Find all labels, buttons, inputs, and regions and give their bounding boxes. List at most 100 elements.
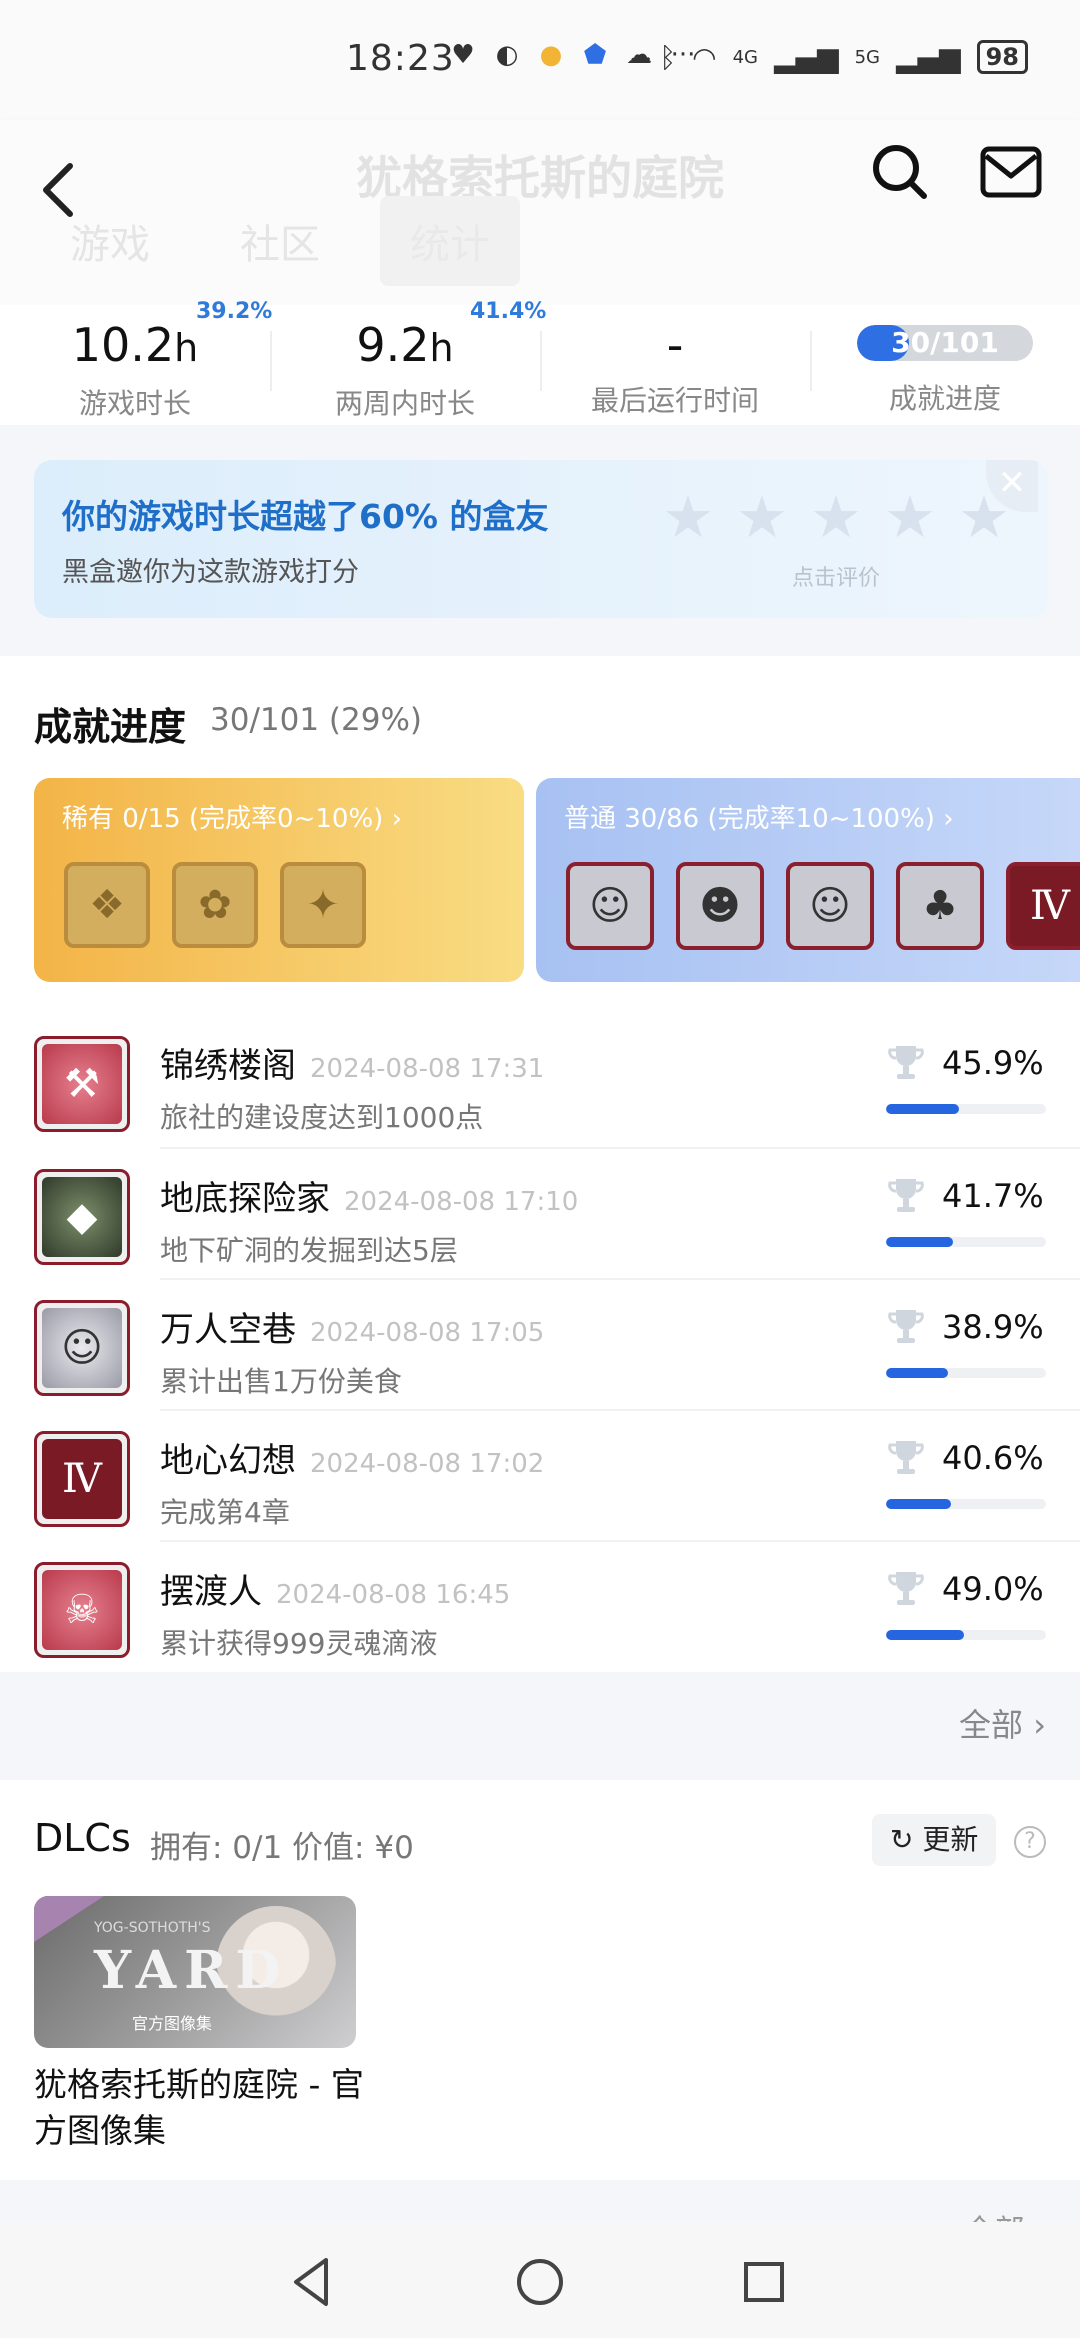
dlc-section: DLCs 拥有: 0/1 价值: ¥0 ↻ 更新 ? YOG-SOTHOTH'S… (0, 1780, 1080, 2180)
trophy-icon (888, 1310, 924, 1343)
stat-value: 10.2 (71, 318, 175, 372)
achievement-date: 2024-08-08 17:31 (310, 1054, 545, 1084)
achievement-badge: Ⅳ (34, 1431, 130, 1527)
rate-bar (886, 1630, 1046, 1640)
stat-value: - (666, 318, 684, 372)
tab-community[interactable]: 社区 (210, 196, 350, 286)
stat-value: 9.2 (356, 318, 430, 372)
list-item[interactable]: ◆ 地底探险家 2024-08-08 17:10 地下矿洞的发掘到达5层 41.7… (34, 1147, 1080, 1278)
achievement-date: 2024-08-08 16:45 (276, 1580, 511, 1610)
rate-fill (886, 1499, 951, 1509)
maid-icon: ☺ (42, 1308, 122, 1388)
stats-row: 10.2h 39.2% 游戏时长 9.2h 41.4% 两周内时长 - 最后运行… (0, 299, 1080, 425)
battery-icon: 98 (976, 40, 1028, 74)
list-item[interactable]: ☺ 万人空巷 2024-08-08 17:05 累计出售1万份美食 38.9% (34, 1278, 1080, 1409)
stat-label: 游戏时长 (78, 387, 191, 420)
trophy-icon (888, 1046, 924, 1079)
tab-bar: 游戏 社区 统计 (40, 196, 520, 286)
achievement-name: 摆渡人 (160, 1572, 262, 1612)
dlc-card-subtitle: YOG-SOTHOTH'S (94, 1920, 211, 1936)
achievement-name: 锦绣楼阁 (160, 1046, 296, 1086)
search-button[interactable] (870, 142, 930, 202)
achievement-badge: ☺ (34, 1300, 130, 1396)
app-icon: ◐ (495, 40, 519, 70)
rare-achievement-icon[interactable]: ✿ (172, 862, 258, 948)
achievement-badge: ⚒ (34, 1036, 130, 1132)
message-button[interactable] (980, 146, 1042, 198)
rare-achievement-icon[interactable]: ❖ (64, 862, 150, 948)
stat-percent: 41.4% (470, 299, 547, 324)
list-item[interactable]: ☠ 摆渡人 2024-08-08 16:45 累计获得999灵魂滴液 49.0% (34, 1540, 1080, 1671)
stat-two-week: 9.2h 41.4% 两周内时长 (270, 299, 546, 425)
list-item[interactable]: Ⅳ 地心幻想 2024-08-08 17:02 完成第4章 40.6% (34, 1409, 1080, 1540)
dlc-card-caption: 官方图像集 (132, 2014, 213, 2033)
star-icon[interactable]: ★ (810, 488, 862, 546)
trophy-icon (888, 1441, 924, 1474)
wechat-icon: ☁ (626, 40, 652, 70)
achievement-desc: 完成第4章 (160, 1496, 290, 1529)
dlc-card[interactable]: YOG-SOTHOTH'S YARD 官方图像集 (34, 1896, 356, 2048)
achievement-percent: 40.6% (942, 1439, 1044, 1477)
rare-achievements-card[interactable]: 稀有 0/15 (完成率0~10%) › ❖ ✿ ✦ (34, 778, 524, 982)
help-icon[interactable]: ? (1014, 1826, 1046, 1858)
star-rating[interactable]: ★ ★ ★ ★ ★ (662, 488, 1010, 546)
chapter-iv-icon: Ⅳ (42, 1439, 122, 1519)
star-icon[interactable]: ★ (662, 488, 714, 546)
achievement-percent: 38.9% (942, 1308, 1044, 1346)
achievement-date: 2024-08-08 17:10 (344, 1187, 579, 1217)
system-indicators: ᛒ ◠ 4G ▂▄▆ 5G ▂▄▆ 98 (659, 40, 1028, 74)
dlc-name[interactable]: 犹格索托斯的庭院 - 官方图像集 (34, 2062, 394, 2154)
rate-bar (886, 1368, 1046, 1378)
achievement-percent: 45.9% (942, 1044, 1044, 1082)
stat-achievements[interactable]: 30/101 成就进度 (810, 305, 1080, 425)
common-achievement-icon[interactable]: ☻ (676, 862, 764, 950)
achievement-desc: 旅社的建设度达到1000点 (160, 1101, 484, 1134)
list-item[interactable]: ⚒ 锦绣楼阁 2024-08-08 17:31 旅社的建设度达到1000点 45.… (0, 1016, 1080, 1147)
recents-nav-button[interactable] (734, 2252, 794, 2312)
achievements-footer: 全部 › (0, 1672, 1080, 1778)
rare-achievement-icon[interactable]: ✦ (280, 862, 366, 948)
ghost-icon: ☠ (42, 1570, 122, 1650)
hammer-icon: ⚒ (42, 1044, 122, 1124)
achievement-date: 2024-08-08 17:05 (310, 1318, 545, 1348)
stat-unit: h (429, 326, 454, 370)
common-achievement-icon[interactable]: ☺ (786, 862, 874, 950)
back-nav-button[interactable] (282, 2252, 342, 2312)
achievement-desc: 地下矿洞的发掘到达5层 (160, 1234, 458, 1267)
rate-bar (886, 1104, 1046, 1114)
rate-fill (886, 1368, 949, 1378)
clock: 18:23 (346, 38, 455, 79)
common-achievement-icon[interactable]: Ⅳ (1006, 862, 1080, 950)
tab-game[interactable]: 游戏 (40, 196, 180, 286)
refresh-button[interactable]: ↻ 更新 (872, 1814, 997, 1866)
signal-icon: ▂▄▆ (773, 40, 839, 74)
shield-icon: ⬟ (583, 40, 607, 70)
common-achievement-icon[interactable]: ☺ (566, 862, 654, 950)
achievement-progress-text: 30/101 (891, 326, 999, 359)
star-icon[interactable]: ★ (884, 488, 936, 546)
rare-label: 稀有 0/15 (完成率0~10%) › (62, 804, 402, 834)
achievement-percent: 41.7% (942, 1177, 1044, 1215)
rate-fill (886, 1630, 965, 1640)
search-icon (873, 145, 927, 199)
view-all-achievements-link[interactable]: 全部 › (959, 1700, 1046, 1746)
achievement-desc: 累计获得999灵魂滴液 (160, 1627, 438, 1660)
common-achievement-icon[interactable]: ♣ (896, 862, 984, 950)
common-achievements-card[interactable]: 普通 30/86 (完成率10~100%) › ☺ ☻ ☺ ♣ Ⅳ (536, 778, 1080, 982)
tab-stats[interactable]: 统计 (380, 196, 520, 286)
rating-banner: 你的游戏时长超越了60% 的盒友 黑盒邀你为这款游戏打分 ★ ★ ★ ★ ★ 点… (34, 460, 1048, 618)
trophy-icon (888, 1179, 924, 1212)
wifi-icon: ◠ (692, 40, 717, 74)
weather-icon: ● (539, 40, 563, 70)
rate-fill (886, 1237, 953, 1247)
stat-last-run: - 最后运行时间 (540, 305, 810, 425)
achievement-desc: 累计出售1万份美食 (160, 1365, 402, 1398)
rating-headline: 你的游戏时长超越了60% 的盒友 (62, 497, 549, 536)
achievement-name: 地底探险家 (160, 1179, 330, 1219)
mail-icon (980, 146, 1042, 198)
home-nav-button[interactable] (510, 2252, 570, 2312)
stat-playtime: 10.2h 39.2% 游戏时长 (0, 299, 273, 425)
star-icon[interactable]: ★ (736, 488, 788, 546)
stat-label: 两周内时长 (334, 387, 475, 420)
rating-hint: 点击评价 (792, 566, 881, 591)
